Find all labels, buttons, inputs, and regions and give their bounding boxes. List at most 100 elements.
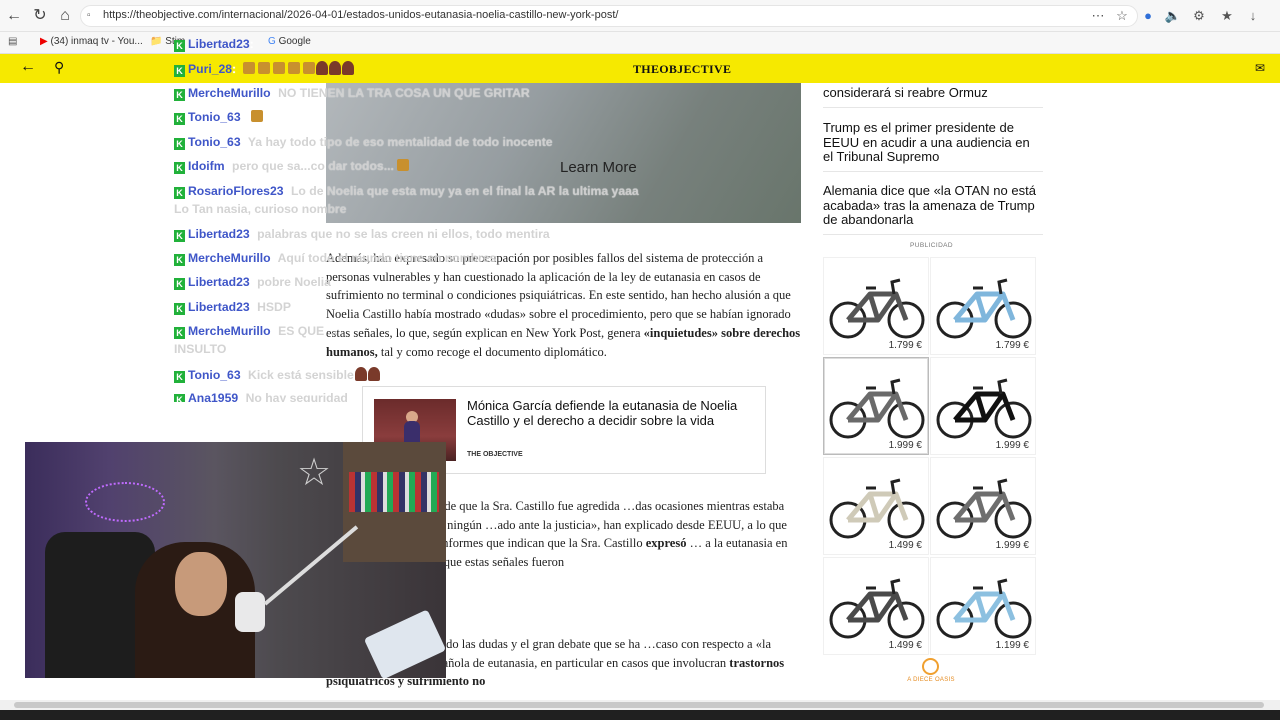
download-icon[interactable]: ↓ [1244,7,1262,25]
sidebar-news-item[interactable]: Alemania dice que «la OTAN no está acaba… [823,183,1043,235]
ad-product-tile[interactable]: 1.999 € [930,357,1036,455]
emote-icon [328,61,341,75]
chat-username[interactable]: MercheMurillo [188,251,271,265]
browser-toolbar: ← ↻ ⌂ ▫ https://theobjective.com/interna… [0,0,1280,32]
home-icon[interactable]: ⌂ [55,6,75,26]
chat-username[interactable]: Ana1959 [188,391,238,402]
favorite-star-icon[interactable]: ☆ [1113,7,1131,25]
chat-text: No hay seguridad [245,391,348,402]
ad-price: 1.799 € [888,340,922,351]
ad-price: 1.799 € [995,340,1029,351]
bookmark-youtube[interactable]: ▶ (34) inmaq tv - You... [40,36,143,47]
chat-message: K MercheMurillo: ES QUE ... [174,324,338,339]
ad-product-tile[interactable]: 1.999 € [823,357,929,455]
webcam-overlay: ☆ [25,442,446,678]
ad-price: 1.499 € [888,540,922,551]
emote-icon [341,61,354,75]
sidebar-news-item[interactable]: Trump es el primer presidente de EEUU en… [823,120,1043,172]
chat-message: K Ana1959: No hay seguridad [174,391,348,402]
reader-mode-icon[interactable]: ⋯ [1089,7,1107,25]
back-icon[interactable]: ← [4,6,24,26]
chat-text: pobre Noelia [257,275,331,289]
reload-icon[interactable]: ↻ [30,6,50,26]
chat-username[interactable]: Libertad23 [188,37,250,51]
chat-text: pero que sa...co dar todos... [232,159,394,173]
site-info-icon[interactable]: ▫ [87,10,97,22]
horizontal-scrollbar[interactable] [0,700,1280,710]
taskbar [0,710,1280,720]
ad-price: 1.199 € [995,640,1029,651]
sidebar-news-item[interactable]: considerará si reabre Ormuz [823,85,1043,108]
bicycle-icon [936,478,1032,539]
emote-icon [354,367,367,381]
kick-badge-icon: K [174,40,185,52]
chat-message: K Tonio_63: [174,110,264,125]
chat-username[interactable]: MercheMurillo [188,324,271,338]
chat-message: K Libertad23: [174,37,254,52]
emote-icon [315,61,328,75]
ad-product-tile[interactable]: 1.999 € [930,457,1036,555]
bicycle-icon [829,378,925,439]
bookmarks-menu-icon[interactable]: ▤ [8,36,17,47]
chat-username[interactable]: Libertad23 [188,300,250,314]
back-arrow-icon[interactable]: ← [20,58,36,76]
extension-icon[interactable]: ● [1139,7,1157,25]
url-text: https://theobjective.com/internacional/2… [103,9,619,21]
kick-badge-icon: K [174,371,185,383]
chat-message: K Tonio_63: Kick está sensible [174,367,380,383]
bicycle-icon [936,278,1032,339]
scrollbar-thumb[interactable] [14,702,1264,708]
brand-circle-icon [922,658,939,675]
ad-product-tile[interactable]: 1.799 € [823,257,929,355]
ad-price: 1.499 € [888,640,922,651]
kick-badge-icon: K [174,113,185,125]
microphone-icon [235,592,265,632]
kick-badge-icon: K [174,230,185,242]
kick-badge-icon: K [174,65,185,77]
bicycle-icon [936,578,1032,639]
led-lights [85,482,165,522]
chat-message: Lo Tan nasia, curioso nombre [174,202,346,216]
bicycle-icon [829,578,925,639]
kick-badge-icon: K [174,394,185,402]
emote-icon [287,62,300,74]
chat-username[interactable]: Libertad23 [188,227,250,241]
chat-username[interactable]: Puri_28 [188,62,232,76]
related-article-source: THE OBJECTIVE [467,451,523,458]
chat-message: K Libertad23: HSDP [174,300,291,315]
mail-icon[interactable]: ✉ [1255,61,1265,75]
chat-username[interactable]: Tonio_63 [188,368,241,382]
ad-label: PUBLICIDAD [910,242,954,249]
chat-username[interactable]: Tonio_63 [188,135,241,149]
ad-product-tile[interactable]: 1.499 € [823,557,929,655]
speaker-icon[interactable]: 🔈 [1164,7,1182,25]
kick-badge-icon: K [174,187,185,199]
related-article-title[interactable]: Mónica García defiende la eutanasia de N… [467,398,752,428]
kick-badge-icon: K [174,89,185,101]
chat-username[interactable]: MercheMurillo [188,86,271,100]
folder-icon: 📁 [150,36,163,47]
search-icon[interactable]: ⚲ [54,59,64,76]
chat-message: K Libertad23: pobre Noelia [174,275,331,290]
chat-text: Ya hay todo tipo de eso mentalidad de to… [247,135,553,149]
stream-chat-overlay: K Libertad23: K Puri_28: K MercheMurillo: N… [170,34,660,402]
kick-badge-icon: K [174,162,185,174]
emote-icon [242,62,255,74]
star-decoration-icon: ☆ [297,452,332,494]
chat-username[interactable]: Idoifm [188,159,225,173]
address-bar[interactable]: ▫ https://theobjective.com/internacional… [80,5,1138,27]
emote-icon [257,62,270,74]
chat-text: INSULTO [174,342,227,356]
ad-product-tile[interactable]: 1.199 € [930,557,1036,655]
chat-username[interactable]: RosarioFlores23 [188,184,284,198]
bicycle-icon [829,478,925,539]
chat-message: K Puri_28: [174,61,354,77]
chat-username[interactable]: Libertad23 [188,275,250,289]
extensions-puzzle-icon[interactable]: ⚙ [1190,7,1208,25]
paragraph-bold: expresó [645,536,687,551]
favorites-icon[interactable]: ★ [1218,7,1236,25]
ad-product-tile[interactable]: 1.799 € [930,257,1036,355]
ad-product-tile[interactable]: 1.499 € [823,457,929,555]
chat-username[interactable]: Tonio_63 [188,110,241,124]
ad-brand-logo[interactable]: A DIECE OASIS [906,658,956,688]
